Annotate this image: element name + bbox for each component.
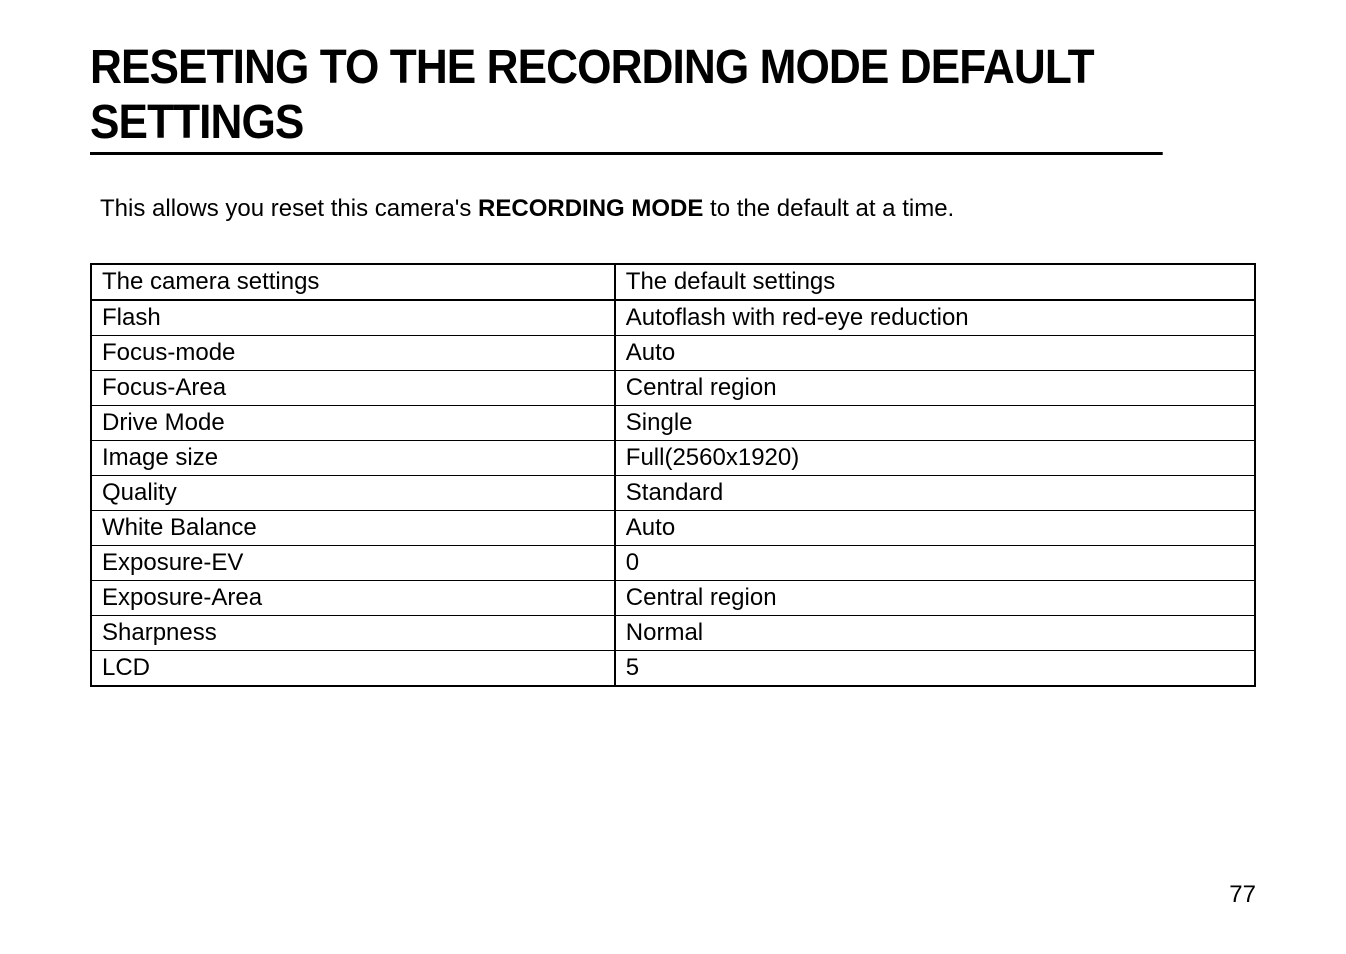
table-cell-setting: LCD (91, 651, 615, 687)
table-row: Focus-modeAuto (91, 336, 1255, 371)
table-body: FlashAutoflash with red-eye reductionFoc… (91, 300, 1255, 686)
table-row: Image sizeFull(2560x1920) (91, 441, 1255, 476)
table-cell-setting: Image size (91, 441, 615, 476)
table-row: FlashAutoflash with red-eye reduction (91, 300, 1255, 336)
table-cell-setting: Flash (91, 300, 615, 336)
table-cell-setting: Exposure-Area (91, 581, 615, 616)
table-cell-default: Central region (615, 371, 1255, 406)
table-row: Drive ModeSingle (91, 406, 1255, 441)
table-cell-setting: Sharpness (91, 616, 615, 651)
intro-suffix: to the default at a time. (703, 195, 954, 222)
table-cell-setting: Focus-mode (91, 336, 615, 371)
table-cell-default: Standard (615, 476, 1255, 511)
table-row: SharpnessNormal (91, 616, 1255, 651)
table-header-setting: The camera settings (91, 264, 615, 300)
table-row: QualityStandard (91, 476, 1255, 511)
table-cell-setting: White Balance (91, 511, 615, 546)
intro-prefix: This allows you reset this camera's (100, 195, 478, 222)
settings-table: The camera settings The default settings… (90, 263, 1256, 687)
table-cell-default: Normal (615, 616, 1255, 651)
page-number: 77 (1229, 881, 1256, 909)
intro-text: This allows you reset this camera's RECO… (90, 195, 1256, 223)
table-cell-setting: Drive Mode (91, 406, 615, 441)
table-cell-default: Central region (615, 581, 1255, 616)
intro-bold: RECORDING MODE (478, 195, 703, 222)
table-cell-default: Auto (615, 336, 1255, 371)
table-cell-default: Auto (615, 511, 1255, 546)
page-title: RESETING TO THE RECORDING MODE DEFAULT S… (90, 40, 1163, 155)
table-cell-default: Autoflash with red-eye reduction (615, 300, 1255, 336)
table-row: Exposure-AreaCentral region (91, 581, 1255, 616)
table-cell-default: Full(2560x1920) (615, 441, 1255, 476)
table-cell-setting: Focus-Area (91, 371, 615, 406)
table-header-default: The default settings (615, 264, 1255, 300)
table-row: Focus-AreaCentral region (91, 371, 1255, 406)
table-row: LCD5 (91, 651, 1255, 687)
table-cell-default: Single (615, 406, 1255, 441)
table-cell-setting: Quality (91, 476, 615, 511)
table-cell-setting: Exposure-EV (91, 546, 615, 581)
table-header-row: The camera settings The default settings (91, 264, 1255, 300)
table-cell-default: 5 (615, 651, 1255, 687)
table-row: White BalanceAuto (91, 511, 1255, 546)
table-row: Exposure-EV0 (91, 546, 1255, 581)
table-cell-default: 0 (615, 546, 1255, 581)
